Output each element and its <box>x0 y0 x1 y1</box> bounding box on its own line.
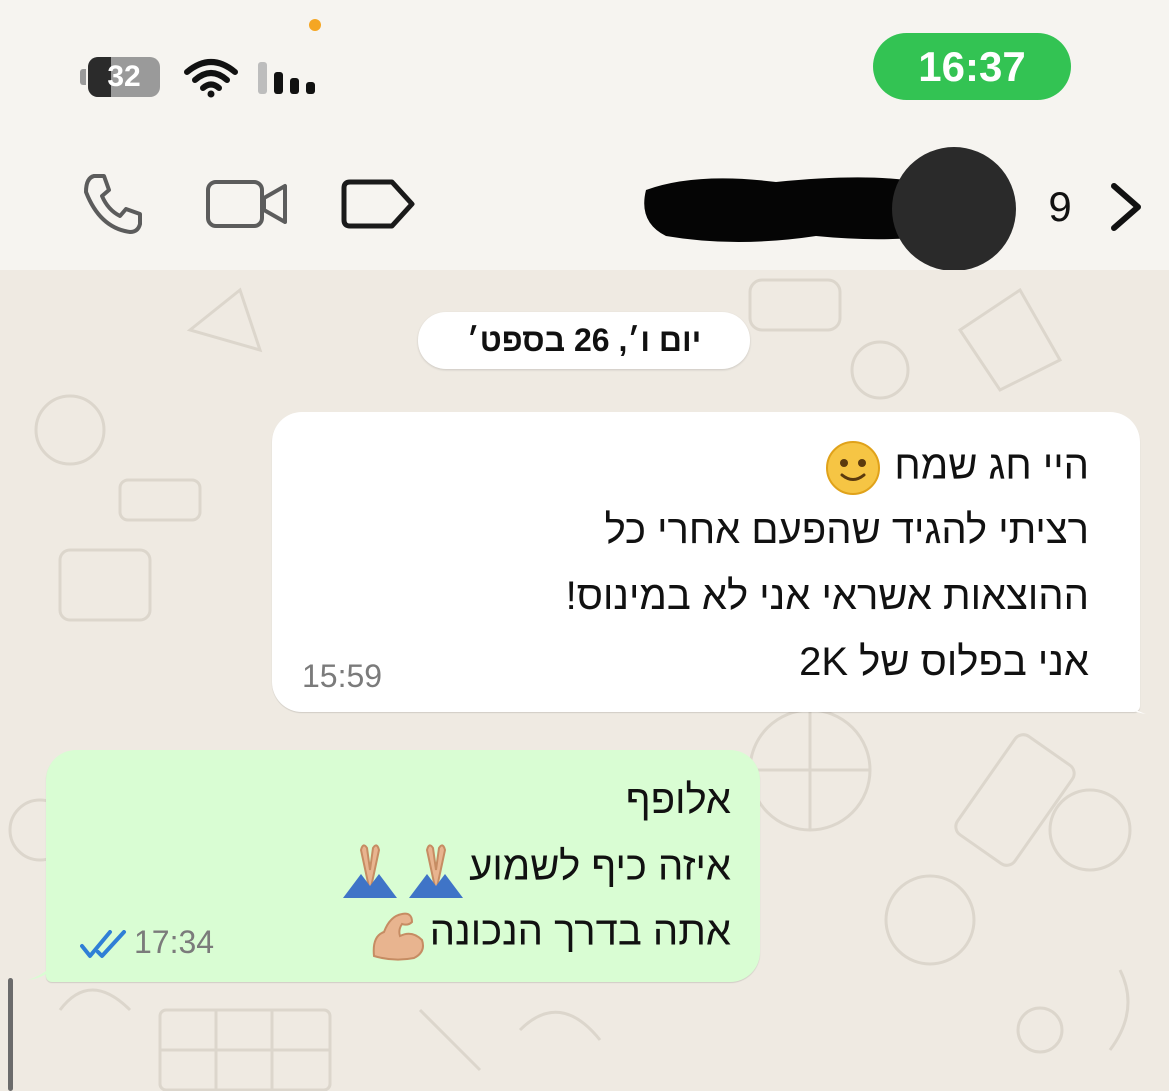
message-time: 15:59 <box>302 658 383 694</box>
chat-area[interactable]: יום ו׳, 26 בספט׳ היי חג שמח רציתי להגיד … <box>0 270 1169 1091</box>
flexed-biceps-emoji <box>372 912 424 961</box>
slightly-smiling-face-emoji <box>826 441 881 495</box>
folded-hands-emoji <box>343 844 398 898</box>
message-time: 17:34 <box>134 924 215 960</box>
battery-level: 32 <box>107 60 141 93</box>
bubble-tail <box>28 946 64 980</box>
double-check-icon <box>80 930 126 958</box>
outgoing-message-line: אתה בדרך הנכונה <box>211 906 731 962</box>
unread-count[interactable]: 9 <box>1040 182 1080 232</box>
privacy-indicator-dot <box>309 19 321 31</box>
incoming-message-line: רציתי להגיד שהפעם אחרי כל <box>604 508 1089 552</box>
label-tag-icon[interactable] <box>340 178 416 230</box>
outgoing-message-line: איזה כיף לשמוע <box>211 840 731 898</box>
scroll-indicator[interactable] <box>8 978 13 1091</box>
date-separator: יום ו׳, 26 בספט׳ <box>418 312 750 369</box>
status-time[interactable]: 16:37 <box>873 33 1071 100</box>
phone-icon[interactable] <box>80 170 146 236</box>
incoming-message-line: אני בפלוס של 2K <box>799 640 1089 684</box>
incoming-message-line: ההוצאות אשראי אני לא במינוס! <box>565 574 1089 618</box>
video-camera-icon[interactable] <box>205 178 289 230</box>
outgoing-message-line: אלופף <box>625 778 731 822</box>
cellular-signal-icon <box>258 62 315 94</box>
status-bar: 32 16:37 <box>0 0 1169 135</box>
battery-icon: 32 <box>80 57 160 97</box>
incoming-message-line: היי חג שמח <box>409 440 1089 496</box>
wifi-icon <box>184 59 238 98</box>
avatar[interactable] <box>892 147 1016 271</box>
bubble-tail <box>1110 680 1146 714</box>
chevron-right-icon[interactable] <box>1104 180 1146 234</box>
folded-hands-emoji <box>409 844 464 898</box>
